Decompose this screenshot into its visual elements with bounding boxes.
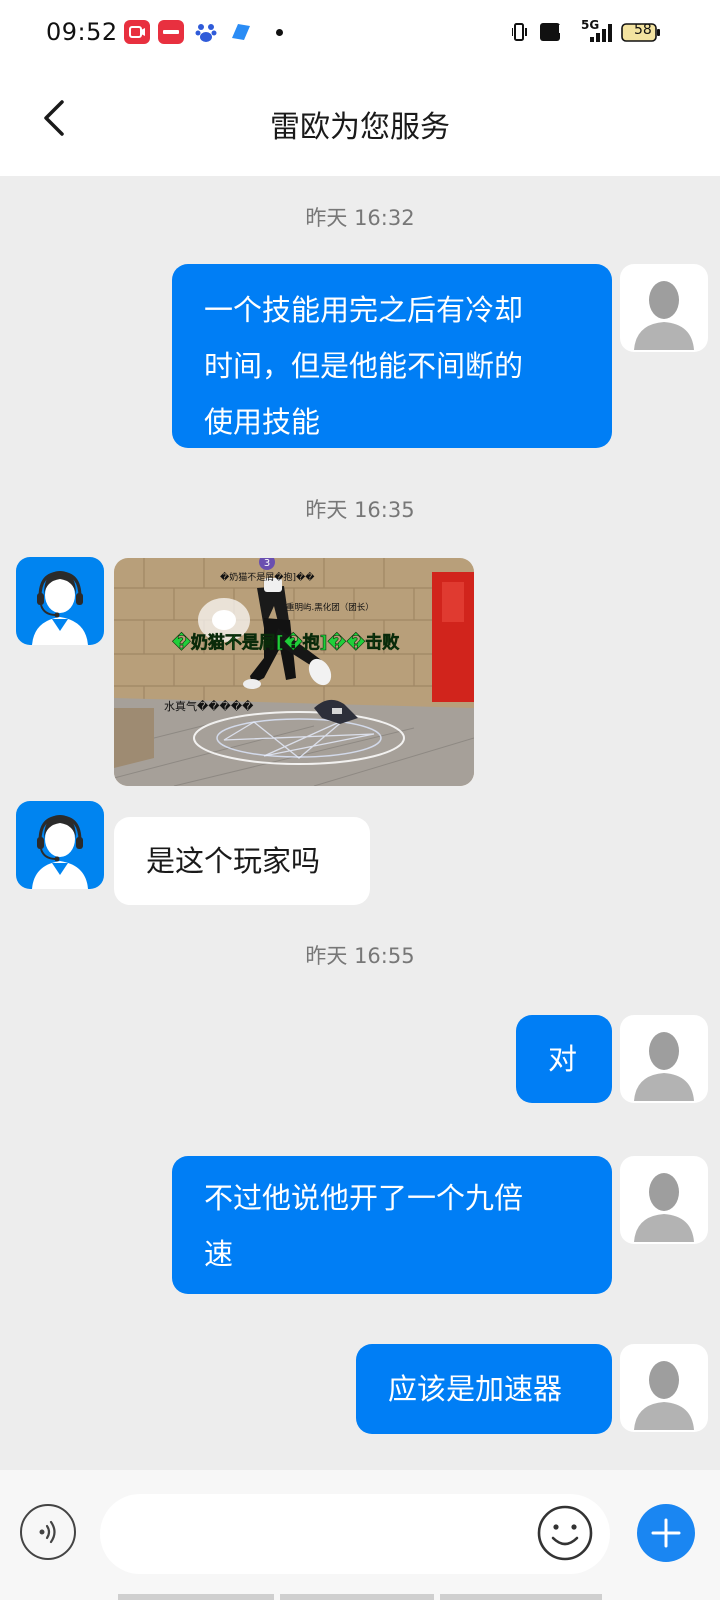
agent-avatar[interactable] bbox=[16, 557, 104, 645]
blue-app-icon bbox=[228, 20, 254, 44]
message-timestamp: 昨天 16:55 bbox=[305, 944, 415, 968]
message-line: 一个技能用完之后有冷却 bbox=[204, 293, 524, 327]
message-input-bar bbox=[0, 1470, 720, 1600]
message-text: 是这个玩家吗 bbox=[146, 844, 321, 878]
outgoing-message-bubble[interactable]: 不过他说他开了一个九倍 速 bbox=[172, 1156, 612, 1294]
page-title: 雷欧为您服务 bbox=[270, 110, 450, 145]
outgoing-message-bubble[interactable]: 一个技能用完之后有冷却 时间，但是他能不间断的 使用技能 bbox=[172, 264, 612, 448]
gesture-bar-segment bbox=[440, 1594, 602, 1600]
voice-icon bbox=[39, 1520, 56, 1544]
network-label: 5G bbox=[581, 18, 600, 32]
gesture-bar-segment bbox=[118, 1594, 274, 1600]
message-text: 对 bbox=[548, 1042, 578, 1076]
chat-message-list[interactable]: 昨天 16:32 一个技能用完之后有冷却 时间，但是他能不间断的 使用技能 昨天… bbox=[0, 176, 720, 1470]
message-line: 使用技能 bbox=[204, 405, 321, 439]
user-avatar[interactable] bbox=[620, 264, 708, 352]
message-text-input[interactable] bbox=[100, 1494, 610, 1574]
outgoing-message-bubble[interactable]: 对 bbox=[516, 1015, 612, 1103]
default-user-avatar-icon bbox=[634, 1173, 694, 1242]
overlay-player-name: �奶猫不是屑[�抱]��击败 bbox=[172, 632, 399, 653]
user-avatar[interactable] bbox=[620, 1015, 708, 1103]
customer-service-agent-icon bbox=[32, 815, 88, 889]
default-user-avatar-icon bbox=[634, 281, 694, 350]
gesture-bar-segment bbox=[280, 1594, 434, 1600]
xiaohongshu-app-icon bbox=[158, 20, 184, 44]
message-timestamp: 昨天 16:35 bbox=[305, 498, 415, 522]
battery-level: 58 bbox=[634, 22, 652, 38]
baidu-app-icon bbox=[193, 20, 219, 44]
overlay-skill-text: 水真气����� bbox=[164, 699, 254, 713]
voice-input-button[interactable] bbox=[20, 1504, 76, 1560]
hd-label: HD bbox=[558, 23, 577, 36]
message-line: 时间，但是他能不间断的 bbox=[204, 349, 524, 383]
customer-service-agent-icon bbox=[32, 571, 88, 645]
overlay-guild-name: 重明屿.黑化团（团长） bbox=[286, 602, 374, 613]
screen-recorder-app-icon bbox=[124, 20, 150, 44]
player-level-badge: 3 bbox=[264, 558, 270, 569]
status-time: 09:52 bbox=[46, 18, 118, 46]
message-line: 不过他说他开了一个九倍 bbox=[204, 1181, 524, 1215]
outgoing-message-bubble[interactable]: 应该是加速器 bbox=[356, 1344, 612, 1434]
hd-icon bbox=[540, 23, 560, 41]
overlay-top-name: �奶猫不是屑�抱]�� bbox=[220, 571, 315, 583]
user-avatar[interactable] bbox=[620, 1156, 708, 1244]
game-screenshot-image[interactable]: 3 �奶猫不是屑�抱]�� 重明屿.黑化团（团长） �奶猫不是屑[�抱]��击败… bbox=[114, 558, 474, 786]
notification-dot-icon bbox=[276, 29, 283, 36]
agent-avatar[interactable] bbox=[16, 801, 104, 889]
incoming-message-bubble[interactable]: 是这个玩家吗 bbox=[114, 817, 370, 905]
message-line: 速 bbox=[204, 1237, 234, 1271]
default-user-avatar-icon bbox=[634, 1361, 694, 1430]
plus-icon bbox=[651, 1518, 681, 1548]
smiley-face-icon bbox=[537, 1505, 593, 1561]
status-bar: 09:52 HD 5G 58 bbox=[0, 0, 720, 64]
default-user-avatar-icon bbox=[634, 1032, 694, 1101]
more-options-button[interactable] bbox=[637, 1504, 695, 1562]
vibrate-icon bbox=[512, 23, 527, 41]
message-text: 应该是加速器 bbox=[388, 1372, 563, 1406]
chat-header: 雷欧为您服务 bbox=[0, 64, 720, 176]
game-scene-image: 3 �奶猫不是屑�抱]�� 重明屿.黑化团（团长） �奶猫不是屑[�抱]��击败… bbox=[114, 558, 474, 786]
user-avatar[interactable] bbox=[620, 1344, 708, 1432]
message-timestamp: 昨天 16:32 bbox=[305, 206, 415, 230]
emoji-button[interactable] bbox=[536, 1504, 594, 1562]
